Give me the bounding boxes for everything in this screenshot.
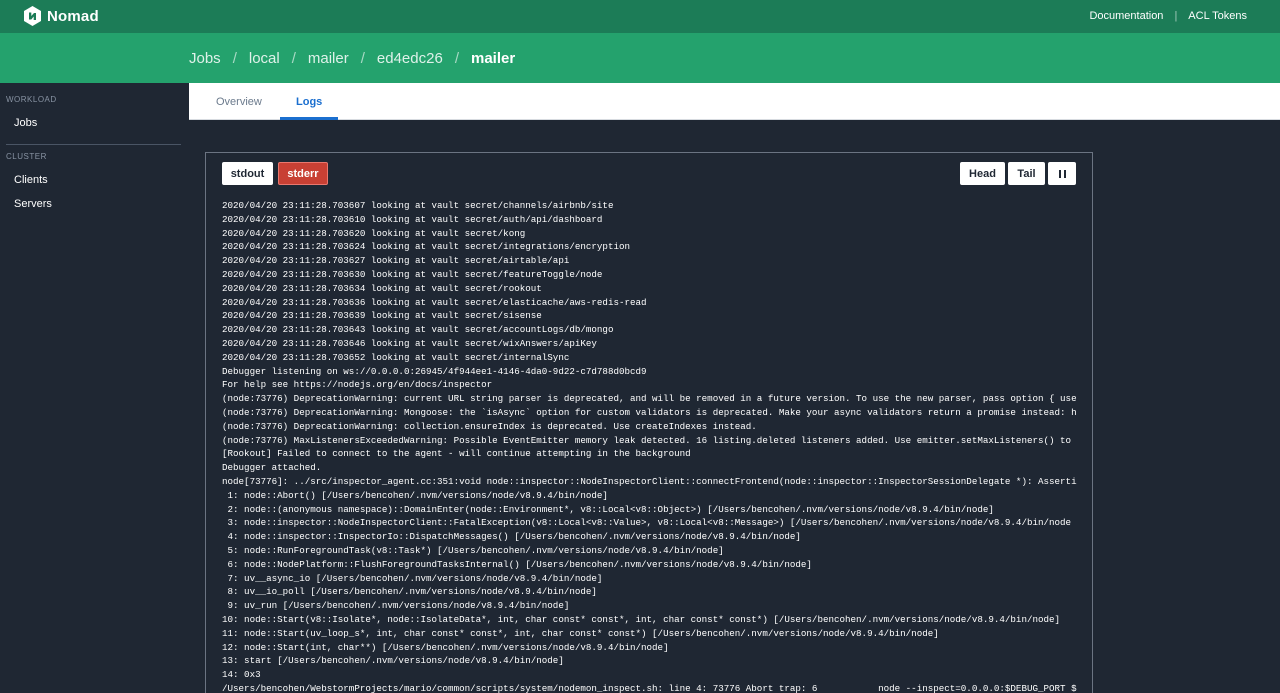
head-button[interactable]: Head — [960, 162, 1005, 185]
log-panel: stdout stderr Head Tail 2020/04/20 23:11… — [205, 152, 1093, 693]
log-line: 3: node::inspector::NodeInspectorClient:… — [222, 517, 1072, 529]
log-line: (node:73776) DeprecationWarning: collect… — [222, 420, 757, 432]
log-line: node[73776]: ../src/inspector_agent.cc:3… — [222, 475, 1077, 487]
log-line: (node:73776) DeprecationWarning: Mongoos… — [222, 406, 1077, 418]
log-output[interactable]: 2020/04/20 23:11:28.703607 looking at va… — [222, 199, 1092, 693]
log-line: 4: node::inspector::InspectorIo::Dispatc… — [222, 531, 801, 543]
breadcrumb-separator: / — [232, 50, 237, 67]
tab-bar: Overview Logs — [189, 83, 1280, 120]
tab-logs[interactable]: Logs — [296, 96, 322, 108]
log-line: 7: uv__async_io [/Users/bencohen/.nvm/ve… — [222, 572, 603, 584]
log-line: 14: 0x3 — [222, 669, 261, 681]
tab-active-indicator — [280, 117, 338, 120]
log-line: 2020/04/20 23:11:28.703624 looking at va… — [222, 241, 630, 253]
stderr-button[interactable]: stderr — [278, 162, 328, 185]
acl-tokens-link[interactable]: ACL Tokens — [1188, 10, 1247, 22]
log-line: 5: node::RunForegroundTask(v8::Task*) [/… — [222, 544, 724, 556]
log-line: [Rookout] Failed to connect to the agent… — [222, 448, 691, 460]
tab-overview[interactable]: Overview — [216, 96, 262, 108]
stdout-button[interactable]: stdout — [222, 162, 273, 185]
breadcrumb-separator: / — [454, 50, 459, 67]
log-line: 13: start [/Users/bencohen/.nvm/versions… — [222, 655, 564, 667]
log-line: 2020/04/20 23:11:28.703620 looking at va… — [222, 227, 526, 239]
nomad-logo[interactable]: Nomad — [24, 6, 99, 26]
log-line: 2020/04/20 23:11:28.703607 looking at va… — [222, 200, 614, 211]
log-line: For help see https://nodejs.org/en/docs/… — [222, 379, 493, 391]
top-nav: Nomad Documentation | ACL Tokens — [0, 0, 1280, 33]
log-line: 2020/04/20 23:11:28.703636 looking at va… — [222, 296, 647, 308]
breadcrumb-separator: / — [360, 50, 365, 67]
log-line: 2020/04/20 23:11:28.703634 looking at va… — [222, 282, 542, 294]
top-links: Documentation | ACL Tokens — [1089, 10, 1247, 22]
log-line: 6: node::NodePlatform::FlushForegroundTa… — [222, 558, 812, 570]
sidebar: WORKLOAD Jobs CLUSTER Clients Servers — [0, 83, 189, 693]
log-line: 8: uv__io_poll [/Users/bencohen/.nvm/ver… — [222, 586, 597, 598]
log-line: 2: node::(anonymous namespace)::DomainEn… — [222, 503, 994, 515]
top-links-separator: | — [1174, 10, 1178, 22]
log-line: 2020/04/20 23:11:28.703627 looking at va… — [222, 255, 570, 267]
log-line: 2020/04/20 23:11:28.703646 looking at va… — [222, 337, 597, 349]
log-line: 2020/04/20 23:11:28.703643 looking at va… — [222, 324, 614, 336]
log-line: 2020/04/20 23:11:28.703652 looking at va… — [222, 351, 570, 363]
app-name: Nomad — [47, 7, 99, 25]
breadcrumb-namespace[interactable]: local — [249, 50, 280, 67]
log-line: 9: uv_run [/Users/bencohen/.nvm/versions… — [222, 600, 570, 612]
breadcrumb: Jobs / local / mailer / ed4edc26 / maile… — [189, 50, 515, 67]
log-line: 2020/04/20 23:11:28.703610 looking at va… — [222, 213, 603, 225]
sidebar-item-servers[interactable]: Servers — [14, 198, 52, 210]
tail-button[interactable]: Tail — [1008, 162, 1045, 185]
log-line: 12: node::Start(int, char**) [/Users/ben… — [222, 641, 669, 653]
log-line: (node:73776) DeprecationWarning: current… — [222, 393, 1077, 405]
log-line: 10: node::Start(v8::Isolate*, node::Isol… — [222, 613, 1061, 625]
breadcrumb-task: mailer — [470, 50, 516, 67]
log-line: 1: node::Abort() [/Users/bencohen/.nvm/v… — [222, 489, 608, 501]
sidebar-item-clients[interactable]: Clients — [14, 174, 48, 186]
breadcrumb-allocation[interactable]: ed4edc26 — [377, 50, 443, 67]
pause-icon — [1058, 169, 1066, 178]
breadcrumb-jobs[interactable]: Jobs — [189, 50, 221, 67]
nomad-logo-icon — [24, 6, 41, 26]
log-line: /Users/bencohen/WebstormProjects/mario/c… — [222, 682, 1077, 693]
log-line: Debugger attached. — [222, 462, 322, 474]
breadcrumb-bar: Jobs / local / mailer / ed4edc26 / maile… — [0, 33, 1280, 83]
sidebar-heading-workload: WORKLOAD — [6, 95, 57, 104]
breadcrumb-job[interactable]: mailer — [308, 50, 349, 67]
log-line: 11: node::Start(uv_loop_s*, int, char co… — [222, 627, 939, 639]
sidebar-divider — [6, 144, 181, 145]
breadcrumb-separator: / — [291, 50, 296, 67]
log-line: 2020/04/20 23:11:28.703639 looking at va… — [222, 310, 542, 322]
sidebar-heading-cluster: CLUSTER — [6, 152, 47, 161]
documentation-link[interactable]: Documentation — [1089, 10, 1163, 22]
pause-button[interactable] — [1048, 162, 1076, 185]
sidebar-item-jobs[interactable]: Jobs — [14, 117, 37, 129]
log-line: Debugger listening on ws://0.0.0.0:26945… — [222, 365, 647, 377]
log-line: (node:73776) MaxListenersExceededWarning… — [222, 434, 1072, 446]
log-line: 2020/04/20 23:11:28.703630 looking at va… — [222, 268, 603, 280]
